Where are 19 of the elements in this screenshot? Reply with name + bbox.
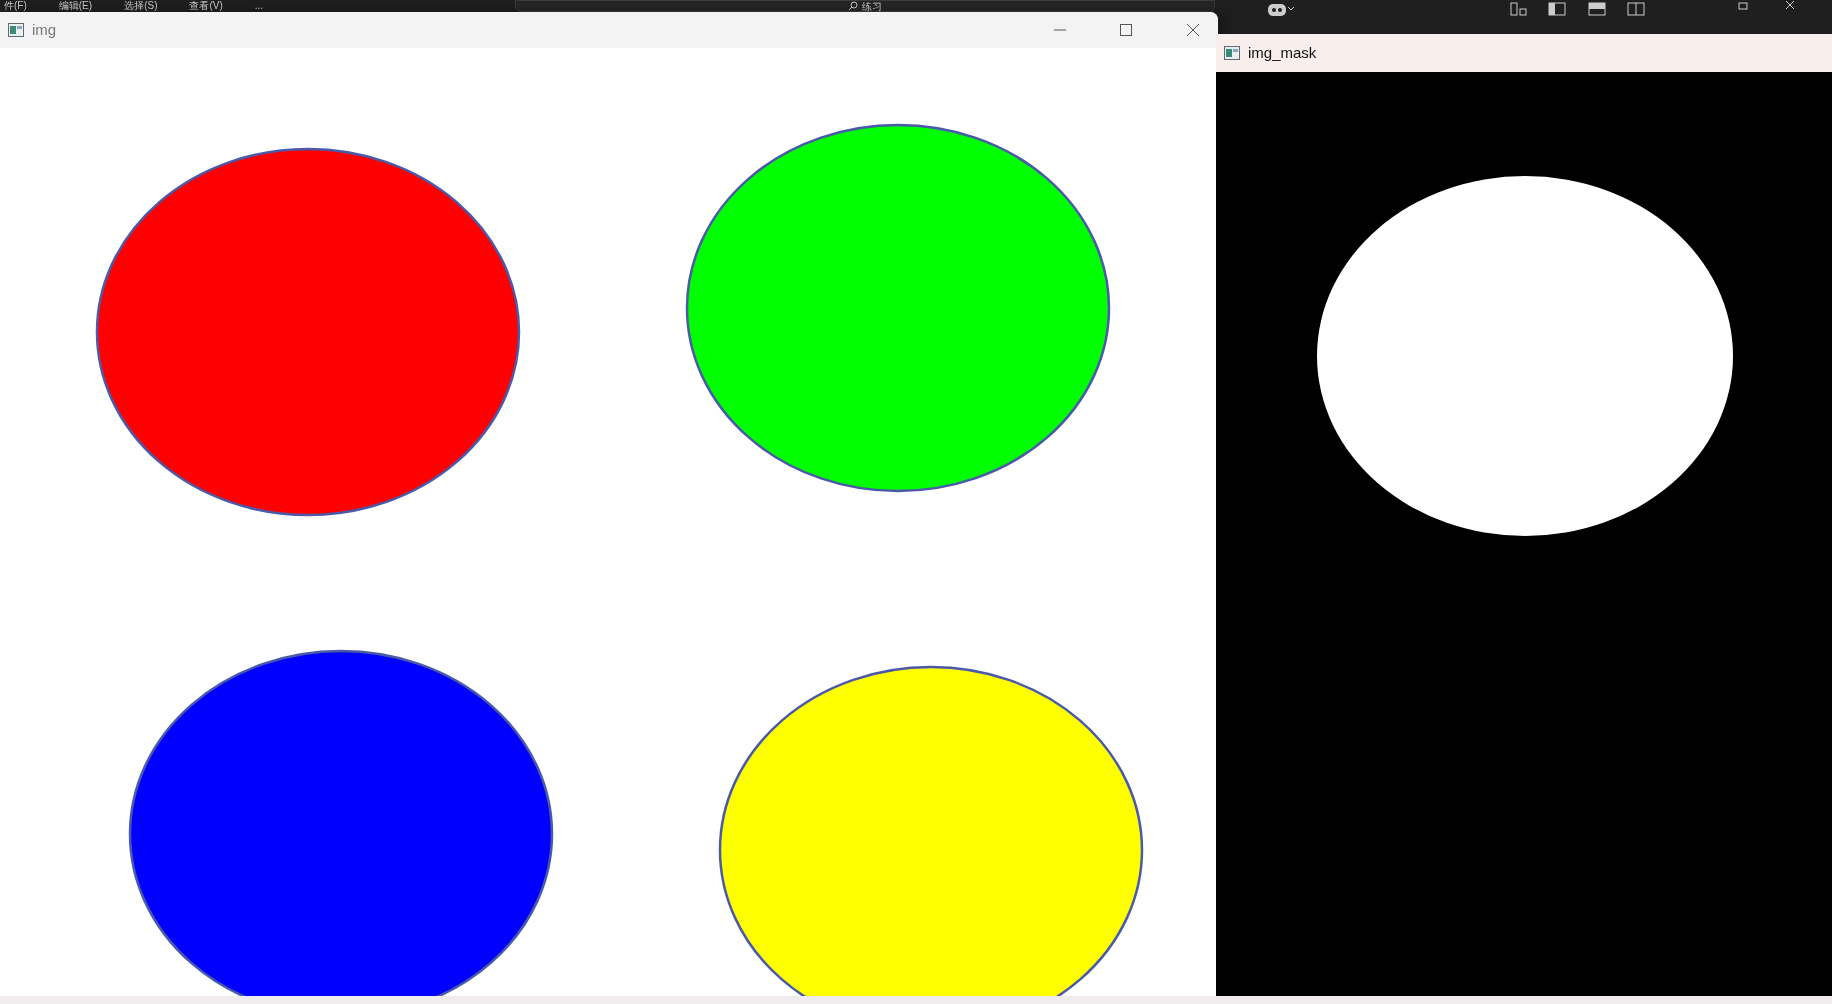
window-title: img xyxy=(32,19,57,40)
menu-item[interactable]: 件(F) xyxy=(4,0,27,12)
robot-icon[interactable] xyxy=(1266,2,1294,18)
image-icon xyxy=(1224,46,1240,60)
close-icon[interactable] xyxy=(1186,23,1200,37)
menu-item[interactable]: 选择(S) xyxy=(124,0,158,12)
search-icon xyxy=(848,1,858,11)
menu-item[interactable]: 编辑(E) xyxy=(58,0,93,12)
layout-icon[interactable] xyxy=(1510,2,1528,16)
image-icon xyxy=(8,23,24,37)
panel-icon[interactable] xyxy=(1588,2,1606,16)
restore-icon[interactable] xyxy=(1738,2,1750,10)
menu-item[interactable]: ... xyxy=(254,0,264,12)
window-title: img_mask xyxy=(1248,42,1317,63)
search-field[interactable]: 练习 xyxy=(515,0,1215,12)
menu-item[interactable]: 查看(V) xyxy=(189,0,223,12)
sidebar-icon[interactable] xyxy=(1548,2,1566,16)
split-icon[interactable] xyxy=(1627,2,1645,16)
maximize-icon[interactable] xyxy=(1120,24,1132,36)
